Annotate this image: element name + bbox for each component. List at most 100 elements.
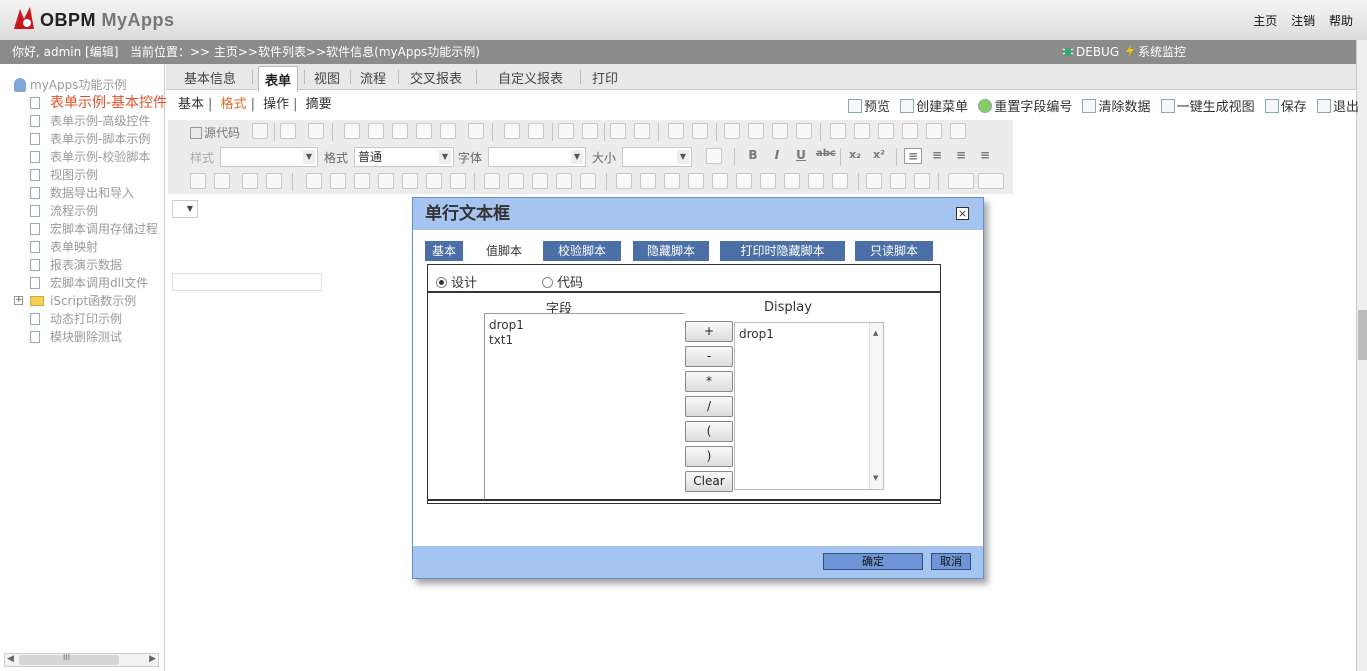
close-icon[interactable]: × (956, 207, 969, 220)
subtab-format[interactable]: 格式 (221, 97, 247, 112)
dialog-tab-print-hide-script[interactable]: 打印时隐藏脚本 (720, 241, 845, 261)
blockquote-icon[interactable] (772, 123, 788, 139)
include-control-icon[interactable] (556, 173, 572, 189)
scroll-up-icon[interactable]: ▲ (873, 326, 878, 341)
align-right-icon[interactable]: ≡ (952, 148, 970, 162)
tree-item[interactable]: 报表演示数据 (10, 256, 167, 274)
template-icon[interactable] (308, 123, 324, 139)
redo-icon[interactable] (528, 123, 544, 139)
camera-control-icon[interactable] (736, 173, 752, 189)
image-icon[interactable] (830, 123, 846, 139)
show-blocks-icon[interactable] (706, 148, 722, 164)
paste-text-icon[interactable] (416, 123, 432, 139)
plus-button[interactable]: + (685, 321, 733, 342)
anchor-icon[interactable] (914, 173, 930, 189)
subtab-summary[interactable]: 摘要 (306, 97, 332, 112)
generate-view-button[interactable]: 一键生成视图 (1160, 96, 1255, 115)
cut-icon[interactable] (344, 123, 360, 139)
tree-item[interactable]: 动态打印示例 (10, 310, 167, 328)
scroll-thumb[interactable] (1358, 310, 1367, 360)
tab-view[interactable]: 视图 (314, 68, 340, 87)
divide-button[interactable]: / (685, 396, 733, 417)
user-control-icon[interactable] (402, 173, 418, 189)
multiply-button[interactable]: * (685, 371, 733, 392)
text-color-icon[interactable] (948, 173, 974, 189)
tab-form[interactable]: 表单 (258, 66, 299, 92)
save-button[interactable]: 保存 (1264, 96, 1307, 115)
scroll-left-icon[interactable]: ◀ (7, 654, 14, 664)
eraser-icon[interactable] (634, 123, 650, 139)
system-monitor-link[interactable]: 系统监控 (1124, 40, 1186, 64)
calc-control-icon[interactable] (808, 173, 824, 189)
replace-icon[interactable] (582, 123, 598, 139)
tree-item[interactable]: 表单示例-脚本示例 (10, 130, 167, 148)
view-control-icon[interactable] (580, 173, 596, 189)
paste-icon[interactable] (392, 123, 408, 139)
unordered-list-icon[interactable] (692, 123, 708, 139)
tree-folder[interactable]: + iScript函数示例 (10, 292, 167, 310)
close-paren-button[interactable]: ) (685, 446, 733, 467)
map-control-icon[interactable] (640, 173, 656, 189)
scroll-down-icon[interactable]: ▼ (873, 471, 878, 486)
list-control-icon[interactable] (306, 173, 322, 189)
textfield-control-icon[interactable] (242, 173, 258, 189)
div-container-icon[interactable] (796, 123, 812, 139)
spellcheck-icon[interactable] (468, 123, 484, 139)
horizontal-rule-icon[interactable] (902, 123, 918, 139)
style-select[interactable]: ▼ (220, 147, 318, 167)
find-icon[interactable] (558, 123, 574, 139)
new-page-icon[interactable] (252, 123, 268, 139)
image-upload-control-icon[interactable] (664, 173, 680, 189)
grid-control-icon[interactable] (712, 173, 728, 189)
ok-button[interactable]: 确定 (823, 553, 923, 570)
bold-icon[interactable]: B (744, 148, 762, 162)
display-scrollbar[interactable]: ▲ ▼ (869, 323, 883, 489)
smiley-icon[interactable] (926, 123, 942, 139)
field-list[interactable]: drop1 txt1 (484, 313, 684, 499)
unlink-icon[interactable] (890, 173, 906, 189)
field-item-txt1[interactable]: txt1 (489, 333, 680, 348)
dialog-tab-hide-script[interactable]: 隐藏脚本 (633, 241, 709, 261)
open-paren-button[interactable]: ( (685, 421, 733, 442)
exit-button[interactable]: 退出 (1316, 96, 1359, 115)
minus-button[interactable]: - (685, 346, 733, 367)
help-link[interactable]: 帮助 (1329, 14, 1353, 28)
format-select[interactable]: 普通 ▼ (354, 147, 454, 167)
resize-control-icon[interactable] (426, 173, 442, 189)
flow-control-icon[interactable] (832, 173, 848, 189)
bg-color-icon[interactable] (978, 173, 1004, 189)
design-radio[interactable]: 设计 (436, 272, 477, 291)
sidebar-hscrollbar[interactable]: ◀ III ▶ (4, 653, 159, 667)
gallery-control-icon[interactable] (688, 173, 704, 189)
link-icon[interactable] (866, 173, 882, 189)
paste-word-icon[interactable] (440, 123, 456, 139)
tree-item[interactable]: 数据导出和导入 (10, 184, 167, 202)
tab-cross-report[interactable]: 交叉报表 (410, 68, 462, 87)
tree-item[interactable]: 视图示例 (10, 166, 167, 184)
pencil-control-icon[interactable] (616, 173, 632, 189)
table-icon[interactable] (878, 123, 894, 139)
tree-root[interactable]: myApps功能示例 (10, 76, 167, 94)
indent-icon[interactable] (748, 123, 764, 139)
button-control-icon[interactable] (484, 173, 500, 189)
preview-button[interactable]: 预览 (848, 96, 890, 115)
flash-icon[interactable] (854, 123, 870, 139)
select-all-icon[interactable] (610, 123, 626, 139)
clear-data-button[interactable]: 清除数据 (1082, 96, 1150, 115)
strikethrough-icon[interactable]: abc (816, 148, 836, 159)
department-control-icon[interactable] (378, 173, 394, 189)
word-control-icon[interactable] (760, 173, 776, 189)
tab-print[interactable]: 打印 (592, 68, 618, 87)
checkbox-control-icon[interactable] (190, 173, 206, 189)
attachment-control-icon[interactable] (508, 173, 524, 189)
page-scrollbar[interactable] (1356, 40, 1367, 671)
report-control-icon[interactable] (784, 173, 800, 189)
scroll-right-icon[interactable]: ▶ (149, 654, 156, 664)
canvas-select-control[interactable]: ▼ (172, 200, 198, 218)
preview-page-icon[interactable] (280, 123, 296, 139)
link-control-icon[interactable] (354, 173, 370, 189)
textarea-control-icon[interactable] (266, 173, 282, 189)
copy-icon[interactable] (368, 123, 384, 139)
ordered-list-icon[interactable] (668, 123, 684, 139)
canvas-text-input[interactable] (172, 273, 322, 291)
